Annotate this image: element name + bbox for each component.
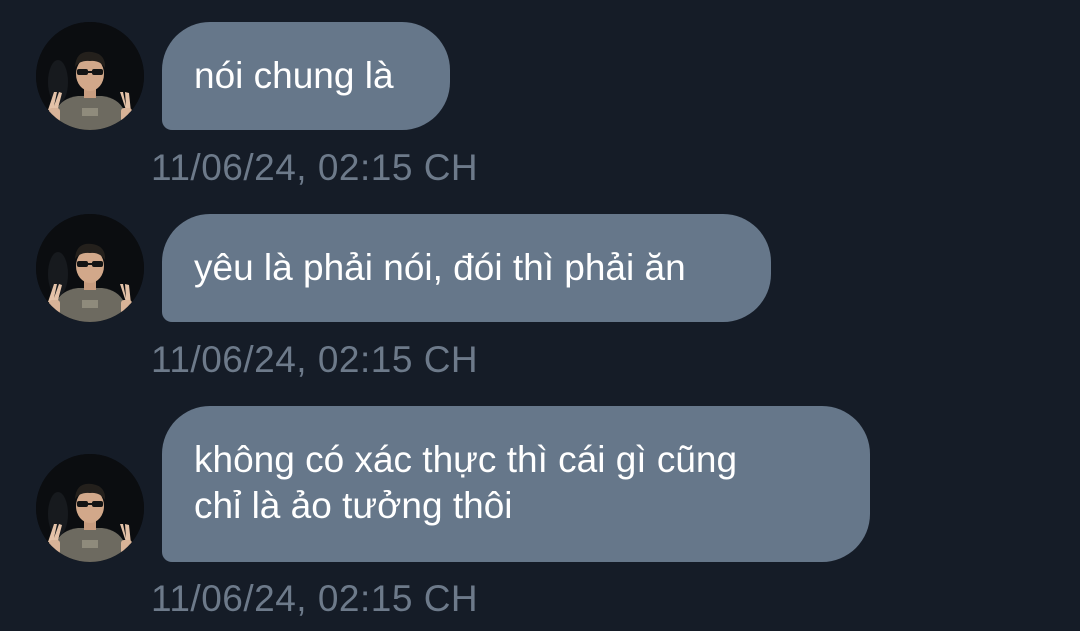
message-bubble[interactable]: yêu là phải nói, đói thì phải ăn: [162, 214, 771, 322]
message-timestamp: 11/06/24, 02:15 CH: [151, 147, 479, 188]
message-bubble[interactable]: không có xác thực thì cái gì cũng chỉ là…: [162, 406, 870, 562]
message-bubble[interactable]: nói chung là: [162, 22, 450, 130]
user-avatar-icon: [36, 214, 144, 322]
user-avatar-icon: [36, 454, 144, 562]
avatar[interactable]: [36, 214, 144, 322]
avatar[interactable]: [36, 22, 144, 130]
avatar[interactable]: [36, 454, 144, 562]
user-avatar-icon: [36, 22, 144, 130]
message-timestamp: 11/06/24, 02:15 CH: [151, 578, 479, 619]
chat-thread[interactable]: nói chung là 11/06/24, 02:15 CH yêu là p…: [0, 0, 1080, 631]
message-timestamp: 11/06/24, 02:15 CH: [151, 339, 479, 380]
